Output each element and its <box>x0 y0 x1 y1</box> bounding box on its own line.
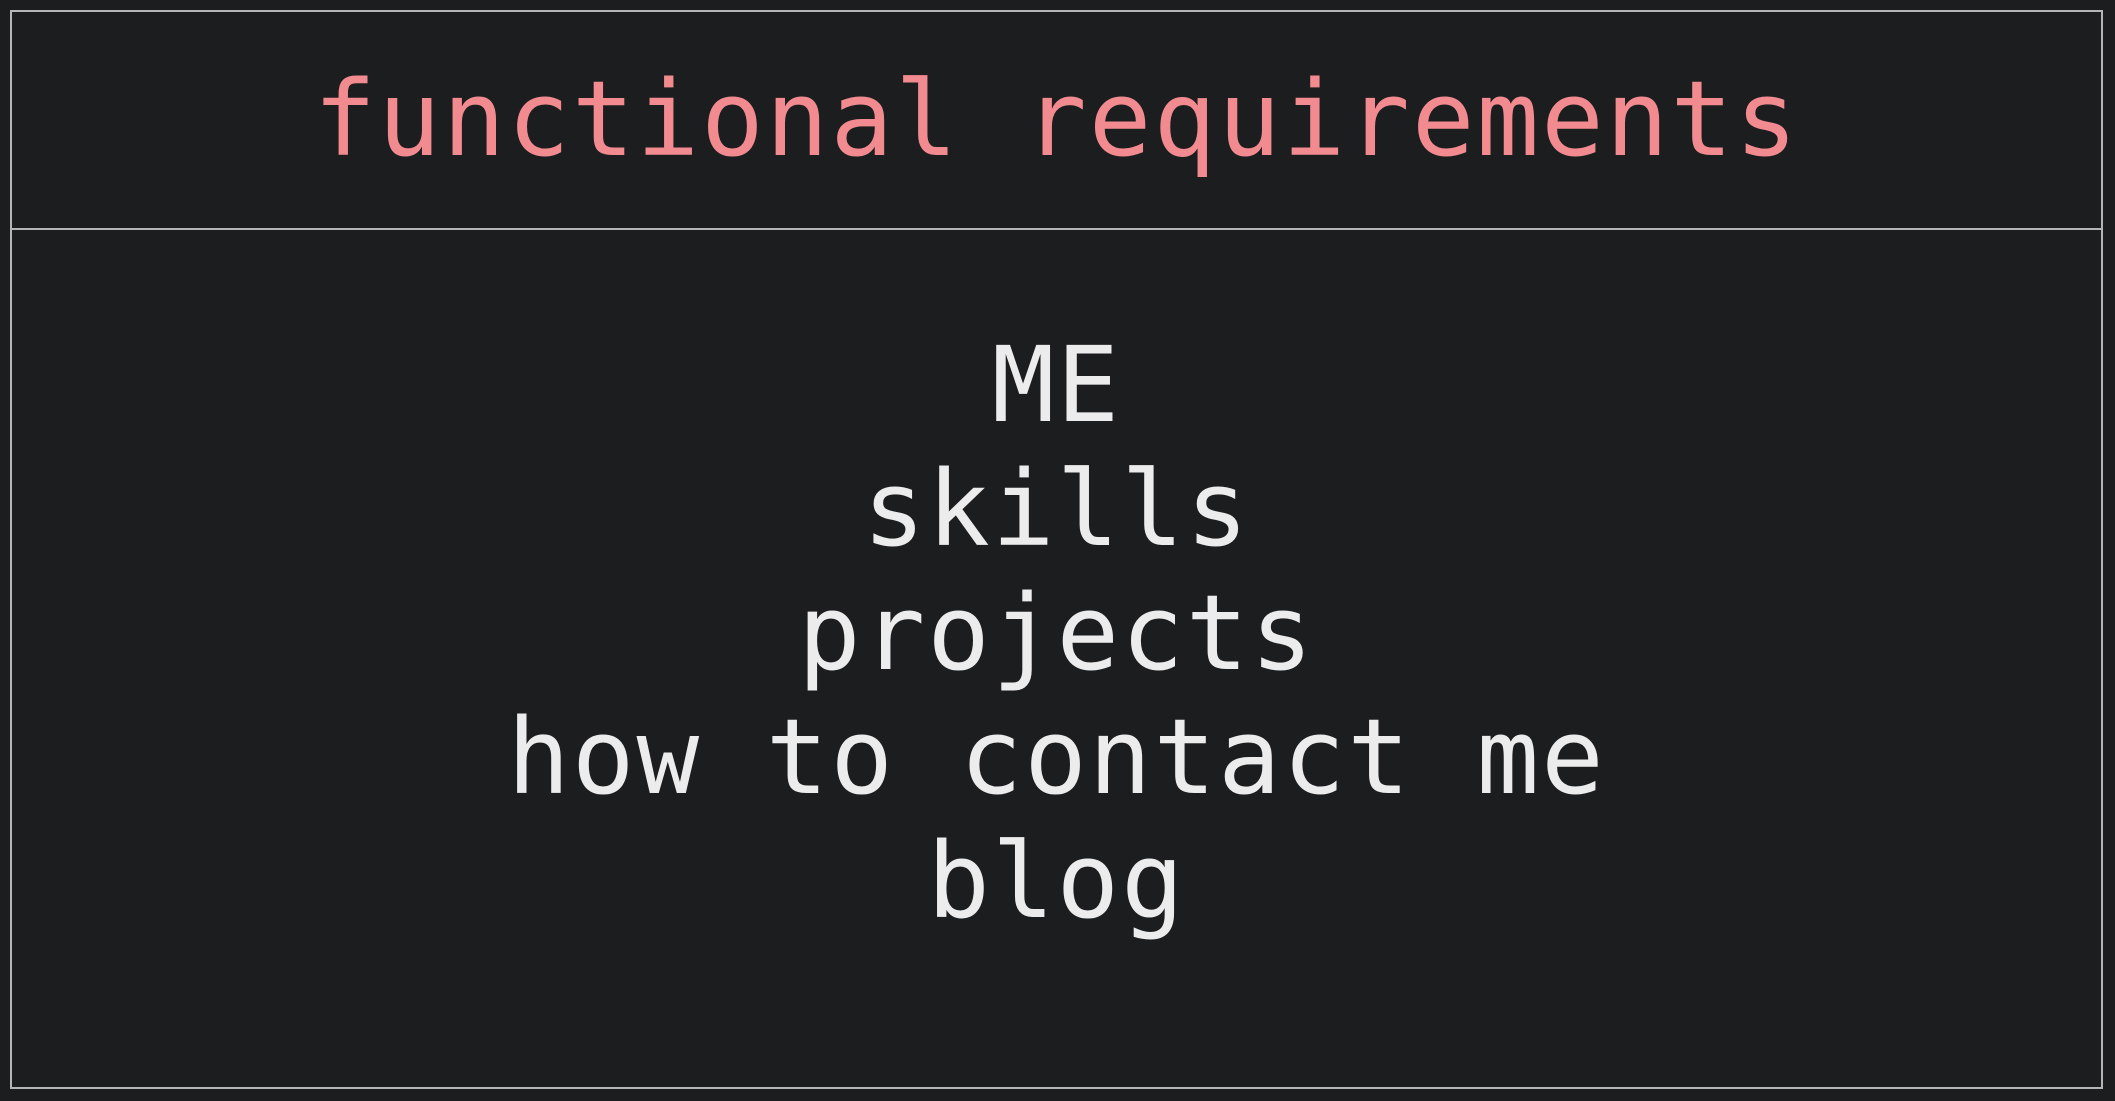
list-item-skills: skills <box>862 448 1251 570</box>
title-section: functional requirements <box>12 12 2101 230</box>
list-item-contact: how to contact me <box>507 696 1606 818</box>
list-item-me: ME <box>991 324 1122 446</box>
list-item-blog: blog <box>927 820 1186 942</box>
page-title: functional requirements <box>313 58 1800 180</box>
list-item-projects: projects <box>798 572 1315 694</box>
requirements-list: ME skills projects how to contact me blo… <box>12 230 2101 1089</box>
slide-frame: functional requirements ME skills projec… <box>10 10 2103 1089</box>
